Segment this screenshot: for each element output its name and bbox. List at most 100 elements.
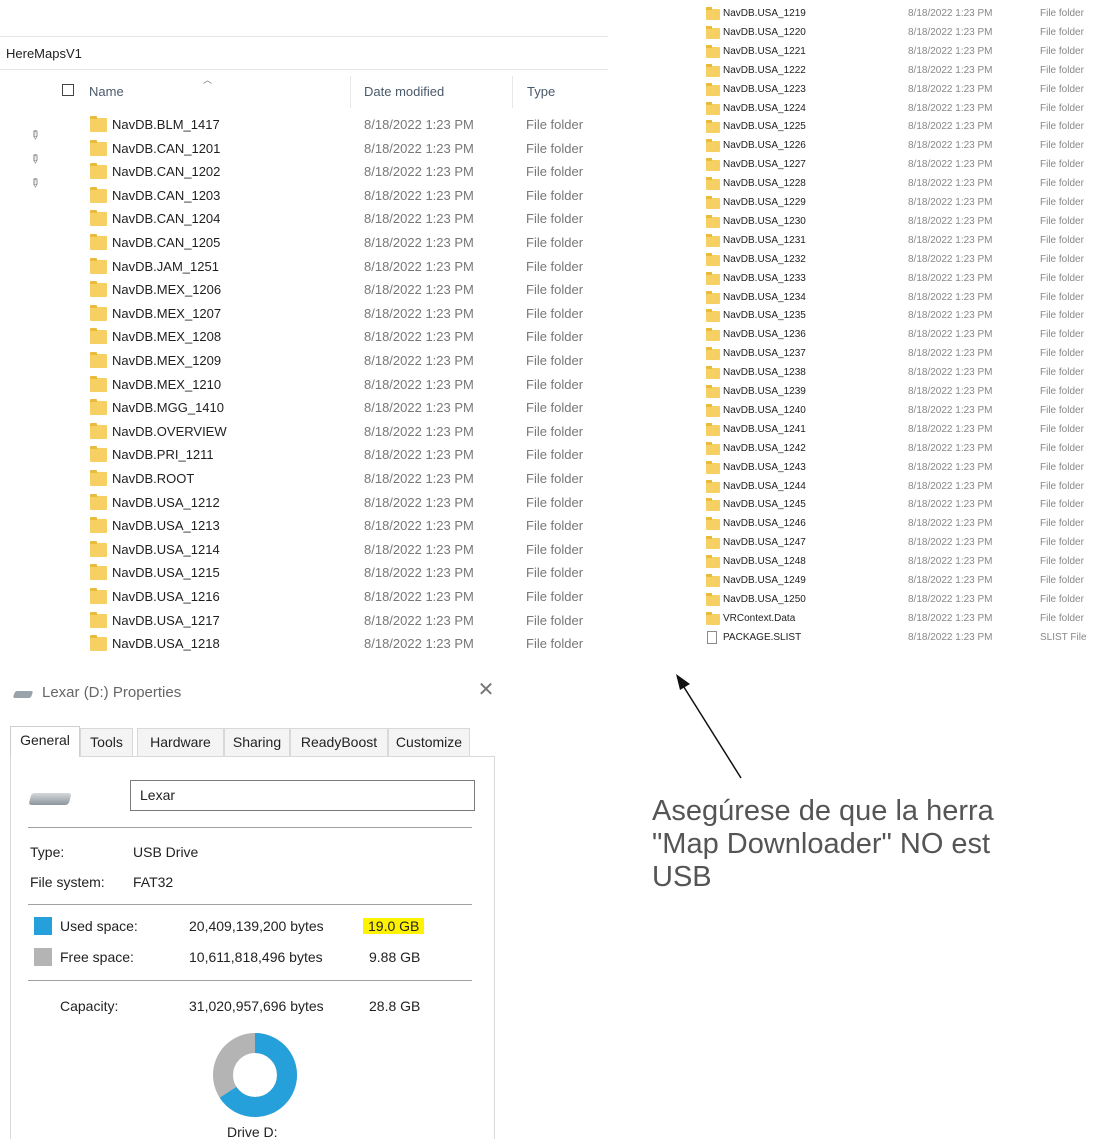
list-item[interactable]: NavDB.USA_1236 8/18/2022 1:23 PM File fold… [680,326,1101,345]
list-item[interactable]: NavDB.USA_1215 8/18/2022 1:23 PM File fold… [0,562,608,586]
list-item[interactable]: NavDB.USA_1227 8/18/2022 1:23 PM File fold… [680,156,1101,175]
list-item[interactable]: NavDB.USA_1212 8/18/2022 1:23 PM File fold… [0,492,608,516]
folder-icon [706,574,720,587]
list-item[interactable]: NavDB.USA_1226 8/18/2022 1:23 PM File fold… [680,137,1101,156]
item-name: NavDB.USA_1220 [723,26,806,38]
list-item[interactable]: NavDB.ROOT 8/18/2022 1:23 PM File folder [0,468,608,492]
list-item[interactable]: NavDB.PRI_1211 8/18/2022 1:23 PM File fold… [0,444,608,468]
item-type: File folder [1040,461,1084,473]
list-item[interactable]: NavDB.USA_1234 8/18/2022 1:23 PM File fold… [680,289,1101,308]
list-item[interactable]: NavDB.USA_1228 8/18/2022 1:23 PM File fold… [680,175,1101,194]
list-item[interactable]: NavDB.MEX_1208 8/18/2022 1:23 PM File fold… [0,326,608,350]
list-item[interactable]: NavDB.USA_1213 8/18/2022 1:23 PM File fold… [0,515,608,539]
list-item[interactable]: NavDB.USA_1239 8/18/2022 1:23 PM File fold… [680,383,1101,402]
free-space-swatch [34,948,52,966]
list-item[interactable]: NavDB.USA_1229 8/18/2022 1:23 PM File fold… [680,194,1101,213]
list-item[interactable]: NavDB.CAN_1202 8/18/2022 1:23 PM File fold… [0,161,608,185]
list-item[interactable]: NavDB.USA_1219 8/18/2022 1:23 PM File fold… [680,5,1101,24]
list-item[interactable]: NavDB.CAN_1205 8/18/2022 1:23 PM File fold… [0,232,608,256]
list-item[interactable]: NavDB.CAN_1203 8/18/2022 1:23 PM File fold… [0,185,608,209]
list-item[interactable]: NavDB.USA_1214 8/18/2022 1:23 PM File fold… [0,539,608,563]
list-item[interactable]: NavDB.USA_1232 8/18/2022 1:23 PM File fold… [680,251,1101,270]
list-item[interactable]: NavDB.USA_1249 8/18/2022 1:23 PM File fold… [680,572,1101,591]
list-item[interactable]: NavDB.USA_1223 8/18/2022 1:23 PM File fold… [680,81,1101,100]
item-name: NavDB.USA_1248 [723,556,806,568]
list-item[interactable]: NavDB.USA_1225 8/18/2022 1:23 PM File fold… [680,118,1101,137]
list-item[interactable]: NavDB.USA_1235 8/18/2022 1:23 PM File fold… [680,307,1101,326]
item-name: NavDB.USA_1222 [723,64,806,76]
column-header-name[interactable]: Name [89,76,124,108]
list-item[interactable]: NavDB.USA_1247 8/18/2022 1:23 PM File fold… [680,534,1101,553]
folder-icon [706,233,720,247]
column-header-date[interactable]: Date modified [364,76,444,108]
item-name: NavDB.USA_1247 [723,537,806,549]
list-item[interactable]: NavDB.OVERVIEW 8/18/2022 1:23 PM File fold… [0,421,608,445]
list-item[interactable]: NavDB.CAN_1201 8/18/2022 1:23 PM File fold… [0,138,608,162]
list-item[interactable]: NavDB.USA_1244 8/18/2022 1:23 PM File fold… [680,478,1101,497]
list-item[interactable]: NavDB.USA_1250 8/18/2022 1:23 PM File fold… [680,591,1101,610]
list-item[interactable]: PACKAGE.SLIST 8/18/2022 1:23 PM SLIST File [680,629,1101,648]
list-item[interactable]: NavDB.USA_1238 8/18/2022 1:23 PM File fold… [680,364,1101,383]
item-date: 8/18/2022 1:23 PM [908,159,993,171]
item-name: NavDB.CAN_1201 [112,140,221,156]
folder-icon [706,347,720,361]
item-date: 8/18/2022 1:23 PM [908,8,993,19]
item-name: NavDB.USA_1215 [112,565,220,581]
list-item[interactable]: NavDB.MEX_1207 8/18/2022 1:23 PM File fold… [0,303,608,327]
list-item[interactable]: NavDB.USA_1243 8/18/2022 1:23 PM File fold… [680,459,1101,478]
list-item[interactable]: NavDB.USA_1245 8/18/2022 1:23 PM File fold… [680,496,1101,515]
tab-readyboost[interactable]: ReadyBoost [290,728,388,756]
item-type: File folder [526,282,584,298]
folder-icon [90,281,107,298]
tab-customize[interactable]: Customize [388,728,470,756]
list-item[interactable]: NavDB.USA_1217 8/18/2022 1:23 PM File fold… [0,610,608,634]
list-item[interactable]: NavDB.MEX_1209 8/18/2022 1:23 PM File fold… [0,350,608,374]
list-item[interactable]: NavDB.USA_1221 8/18/2022 1:23 PM File fold… [680,43,1101,62]
item-type: File folder [526,541,584,557]
list-item[interactable]: NavDB.USA_1218 8/18/2022 1:23 PM File fold… [0,633,608,652]
list-item[interactable]: NavDB.MEX_1206 8/18/2022 1:23 PM File fold… [0,279,608,303]
close-icon[interactable]: ✕ [472,676,500,704]
list-item[interactable]: NavDB.USA_1224 8/18/2022 1:23 PM File fold… [680,100,1101,119]
item-name: NavDB.USA_1224 [723,102,806,114]
annotation-line-2: "Map Downloader" NO est [652,828,991,860]
list-item[interactable]: NavDB.MGG_1410 8/18/2022 1:23 PM File fold… [0,397,608,421]
drive-icon [12,691,34,698]
divider [28,904,472,905]
select-all-checkbox[interactable] [62,84,74,96]
item-name: NavDB.USA_1231 [723,234,806,246]
list-item[interactable]: NavDB.USA_1220 8/18/2022 1:23 PM File fold… [680,24,1101,43]
list-item[interactable]: NavDB.JAM_1251 8/18/2022 1:23 PM File fold… [0,256,608,280]
tab-general[interactable]: General [10,726,80,757]
list-item[interactable]: NavDB.USA_1222 8/18/2022 1:23 PM File fold… [680,62,1101,81]
list-item[interactable]: NavDB.BLM_1417 8/18/2022 1:23 PM File fold… [0,114,608,138]
drive-name-field[interactable]: Lexar [130,780,475,811]
list-item[interactable]: NavDB.USA_1246 8/18/2022 1:23 PM File fold… [680,515,1101,534]
folder-icon [90,116,107,132]
list-item[interactable]: VRContext.Data 8/18/2022 1:23 PM File fold… [680,610,1101,629]
item-date: 8/18/2022 1:23 PM [908,291,993,303]
item-name: NavDB.USA_1223 [723,83,806,95]
list-item[interactable]: NavDB.USA_1248 8/18/2022 1:23 PM File fold… [680,553,1101,572]
item-type: File folder [1040,102,1084,114]
item-type: File folder [526,612,584,628]
list-item[interactable]: NavDB.USA_1241 8/18/2022 1:23 PM File fold… [680,421,1101,440]
breadcrumb[interactable]: HereMapsV1 [0,36,608,70]
column-header-type[interactable]: Type [527,76,555,108]
item-type: File folder [1040,140,1084,152]
list-item[interactable]: NavDB.MEX_1210 8/18/2022 1:23 PM File fold… [0,374,608,398]
list-item[interactable]: NavDB.USA_1216 8/18/2022 1:23 PM File fold… [0,586,608,610]
tab-sharing[interactable]: Sharing [224,728,290,756]
list-item[interactable]: NavDB.USA_1233 8/18/2022 1:23 PM File fold… [680,270,1101,289]
column-divider[interactable] [350,76,351,108]
column-divider[interactable] [512,76,513,108]
list-item[interactable]: NavDB.USA_1242 8/18/2022 1:23 PM File fold… [680,440,1101,459]
list-item[interactable]: NavDB.USA_1240 8/18/2022 1:23 PM File fold… [680,402,1101,421]
list-item[interactable]: NavDB.USA_1237 8/18/2022 1:23 PM File fold… [680,345,1101,364]
tab-hardware[interactable]: Hardware [137,728,224,756]
list-item[interactable]: NavDB.USA_1230 8/18/2022 1:23 PM File fold… [680,213,1101,232]
list-item[interactable]: NavDB.CAN_1204 8/18/2022 1:23 PM File fold… [0,208,608,232]
item-date: 8/18/2022 1:23 PM [908,178,993,190]
tab-tools[interactable]: Tools [80,728,133,756]
list-item[interactable]: NavDB.USA_1231 8/18/2022 1:23 PM File fold… [680,232,1101,251]
